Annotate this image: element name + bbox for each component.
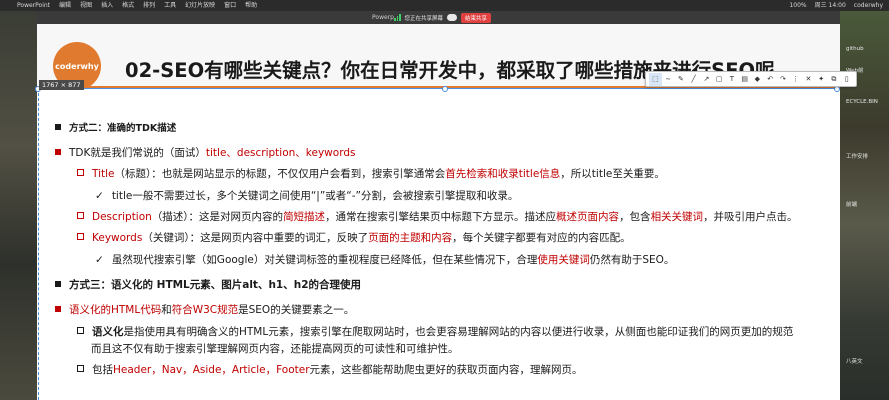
selection-outline [37,88,840,89]
bullet-tdk: TDK就是我们常说的（面试）title、description、keywords [55,145,355,160]
pen-icon[interactable]: ✎ [675,73,688,86]
eraser-icon[interactable]: ◆ [751,73,764,86]
text-icon[interactable]: T [726,73,739,86]
bullet-hollow-square-icon [77,365,84,372]
bullet-description: Description（描述）：这是对网页内容的简短描述，通常在搜索引擎结果页中… [77,209,798,224]
capture-size-label: 1767 × 877 [39,80,84,90]
save-icon[interactable]: ▯ [840,73,853,86]
menu-arrange[interactable]: 排列 [143,0,155,11]
close-icon[interactable]: ✕ [802,73,815,86]
curve-icon[interactable]: ∼ [662,73,675,86]
bullet-keywords-tip: ✓ 虽然现代搜索引擎（如Google）对关键词标签的重视程度已经降低，但在某些情况… [95,254,675,266]
powerpoint-window: Powerp 您正在共享屏幕 结束共享 coderwhy 02-SEO有哪些关键… [35,11,857,400]
checkmark-icon: ✓ [95,254,104,266]
line-icon[interactable]: ╱ [687,73,700,86]
bullet-hollow-square-icon [77,233,84,240]
desktop-icon-label[interactable]: github [846,46,886,52]
desktop-icon-label[interactable]: ECYCLE.BIN [846,99,886,105]
bullet-semantic-html: 语义化的HTML代码和符合W3C规范是SEO的关键要素之一。 [55,302,354,317]
rectangle-icon[interactable]: ▢ [713,73,726,86]
bullet-method-three: 方式三：语义化的 HTML元素、图片alt、h1、h2的合理使用 [55,277,361,292]
menu-insert[interactable]: 插入 [101,0,113,11]
clock[interactable]: 周三 14:00 [815,0,846,11]
desktop-background-left [0,11,37,400]
highlighter-icon[interactable]: ▤ [738,73,751,86]
window-titlebar[interactable]: Powerp 您正在共享屏幕 结束共享 [37,11,840,24]
window-title: Powerp [372,14,394,21]
desktop-icon-label[interactable]: 前端 [846,200,886,208]
desktop-icon-label[interactable]: 工作安排 [846,152,886,160]
slide[interactable]: coderwhy 02-SEO有哪些关键点？你在日常开发中，都采取了哪些措施来进… [35,24,857,400]
bullet-keywords: Keywords（关键词）：这是网页内容中重要的词汇，反映了页面的主题和内容，每… [77,230,631,245]
desktop-icon-label[interactable]: 八英文 [846,357,886,365]
bullet-square-icon [55,281,61,287]
bullet-hollow-square-icon [77,169,84,176]
menu-help[interactable]: 帮助 [245,0,257,11]
screen-share-indicator: 您正在共享屏幕 结束共享 [394,12,492,23]
menu-app[interactable]: PowerPoint [17,0,50,11]
bullet-square-icon [55,124,61,130]
menu-slideshow[interactable]: 幻灯片放映 [185,0,215,11]
menu-bar: PowerPoint 编辑 视图 插入 格式 排列 工具 幻灯片放映 窗口 帮助… [0,0,889,11]
select-icon[interactable]: ⬚ [649,72,662,86]
bullet-semantic-elements: 包括Header，Nav，Aside，Article，Footer元素，这些都能… [77,362,583,377]
arrow-icon[interactable]: ↗ [700,73,713,86]
menu-tools[interactable]: 工具 [164,0,176,11]
bullet-method-two: 方式二：准确的TDK描述 [55,120,176,134]
bullet-hollow-square-icon [77,212,84,219]
share-toggle-icon[interactable] [447,14,458,21]
checkmark-icon: ✓ [95,190,104,202]
menu-window[interactable]: 窗口 [224,0,236,11]
selection-handle[interactable] [442,86,448,92]
bullet-hollow-square-icon [77,327,84,334]
annotation-toolbar: ⬚ ∼ ✎ ╱ ↗ ▢ T ▤ ◆ ↶ ↷ ⋮ ✕ ✦ ⧉ ▯ [645,71,857,87]
stop-share-button[interactable]: 结束共享 [461,12,492,23]
bullet-semantic-definition-cont: 而且这不仅有助于搜索引擎理解网页内容，还能提高网页的可读性和可维护性。 [91,343,459,355]
copy-icon[interactable]: ⧉ [828,73,841,86]
bullet-semantic-definition: 语义化是指使用具有明确含义的HTML元素，搜索引擎在爬取网站时，也会更容易理解网… [77,324,793,339]
selection-outline-left [38,88,39,400]
battery-status[interactable]: 100% [789,0,806,11]
bullet-square-icon [55,149,61,155]
user-name[interactable]: coderwhy [854,0,883,11]
redo-icon[interactable]: ↷ [777,73,790,86]
share-signal-icon [394,14,401,21]
menu-edit[interactable]: 编辑 [59,0,71,11]
bullet-title-tip: ✓ title一般不需要过长，多个关键词之间使用“|”或者“-”分割，会被搜索引擎… [95,190,519,202]
pin-icon[interactable]: ✦ [815,73,828,86]
bullet-square-icon [55,306,61,312]
menu-view[interactable]: 视图 [80,0,92,11]
share-status-text: 您正在共享屏幕 [404,15,444,22]
bullet-title: Title（标题）：也就是网站显示的标题，不仅仅用户会看到，搜索引擎通常会首先检… [77,166,665,181]
clear-icon[interactable]: ⋮ [789,73,802,86]
menu-format[interactable]: 格式 [122,0,134,11]
undo-icon[interactable]: ↶ [764,73,777,86]
